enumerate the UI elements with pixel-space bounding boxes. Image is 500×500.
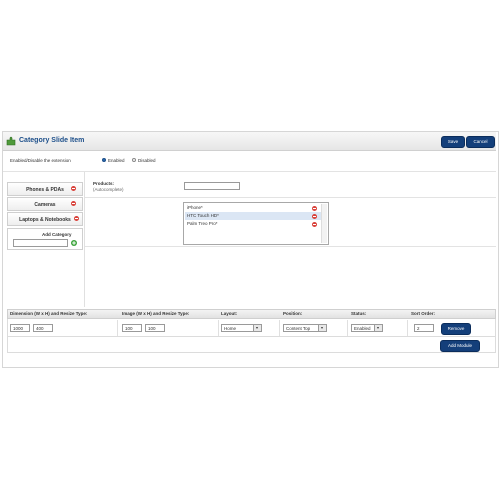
layout-select[interactable]: Home xyxy=(221,324,262,332)
product-item-label: HTC Touch HD* xyxy=(187,213,219,218)
enabled-label: Enabled xyxy=(108,158,125,163)
col-position: Position: xyxy=(283,311,303,316)
column-divider xyxy=(84,172,85,307)
cell-divider xyxy=(407,320,408,336)
category-tab-label: Phones & PDAs xyxy=(26,187,64,193)
cell-divider xyxy=(347,320,348,336)
puzzle-icon xyxy=(6,136,16,146)
col-image: Image (W x H) and Resize Type: xyxy=(122,311,190,316)
col-status: Status: xyxy=(351,311,367,316)
product-item[interactable]: HTC Touch HD* xyxy=(185,212,321,220)
status-select-value: Enabled xyxy=(354,326,371,331)
cancel-button[interactable]: Cancel xyxy=(466,136,495,148)
dimension-width-input[interactable]: 1000 xyxy=(10,324,30,332)
products-list[interactable]: iPhone* HTC Touch HD* Palm Treo Pro* xyxy=(183,202,329,245)
dimension-height-input[interactable]: 400 xyxy=(33,324,53,332)
products-label: Products: xyxy=(93,181,115,186)
divider xyxy=(85,197,496,198)
disabled-radio[interactable] xyxy=(132,158,136,162)
module-footer-row xyxy=(7,337,496,353)
remove-category-icon[interactable] xyxy=(74,216,79,221)
remove-module-button[interactable]: Remove xyxy=(441,323,471,335)
add-category-label: Add Category xyxy=(42,232,72,237)
enabled-radio[interactable] xyxy=(102,158,106,162)
category-tab-label: Cameras xyxy=(34,202,56,208)
chevron-down-icon xyxy=(318,325,326,331)
category-tab-laptops[interactable]: Laptops & Notebooks xyxy=(7,212,83,226)
products-hint: (Autocomplete) xyxy=(93,187,124,192)
image-height-input[interactable]: 100 xyxy=(145,324,165,332)
cell-divider xyxy=(117,320,118,336)
layout-select-value: Home xyxy=(224,326,237,331)
product-item-label: Palm Treo Pro* xyxy=(187,221,218,226)
disabled-label: Disabled xyxy=(138,158,156,163)
remove-category-icon[interactable] xyxy=(71,186,76,191)
status-label: Enabled/Disable the extension xyxy=(10,158,71,163)
remove-product-icon[interactable] xyxy=(312,214,317,219)
cell-divider xyxy=(279,320,280,336)
sort-order-input[interactable]: 2 xyxy=(414,324,434,332)
col-layout: Layout: xyxy=(221,311,238,316)
chevron-down-icon xyxy=(374,325,382,331)
image-width-input[interactable]: 100 xyxy=(122,324,142,332)
cell-divider xyxy=(218,320,219,336)
add-icon[interactable] xyxy=(71,240,77,246)
divider xyxy=(85,246,496,247)
add-category-input[interactable] xyxy=(13,239,68,247)
position-select[interactable]: Content Top xyxy=(283,324,327,332)
divider xyxy=(3,171,496,172)
product-item[interactable]: iPhone* xyxy=(185,204,321,212)
list-scrollbar[interactable] xyxy=(321,204,327,243)
status-select[interactable]: Enabled xyxy=(351,324,383,332)
col-sort-order: Sort Order: xyxy=(411,311,436,316)
add-module-button[interactable]: Add Module xyxy=(440,340,480,352)
products-autocomplete-input[interactable] xyxy=(184,182,240,190)
remove-product-icon[interactable] xyxy=(312,206,317,211)
position-select-value: Content Top xyxy=(286,326,311,331)
category-tab-label: Laptops & Notebooks xyxy=(19,217,71,223)
product-item-label: iPhone* xyxy=(187,205,203,210)
save-button[interactable]: Save xyxy=(441,136,465,148)
remove-product-icon[interactable] xyxy=(312,222,317,227)
col-dimension: Dimension (W x H) and Resize Type: xyxy=(10,311,88,316)
product-item[interactable]: Palm Treo Pro* xyxy=(185,220,321,228)
remove-category-icon[interactable] xyxy=(71,201,76,206)
chevron-down-icon xyxy=(253,325,261,331)
page-title: Category Slide Item xyxy=(19,137,85,144)
